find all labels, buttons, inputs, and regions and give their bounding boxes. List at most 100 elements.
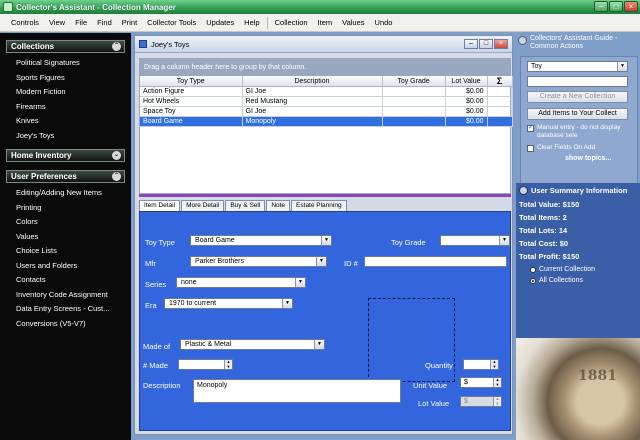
sidebar-item-choice-lists[interactable]: Choice Lists — [6, 244, 125, 259]
menu-view[interactable]: View — [44, 18, 70, 27]
sidebar-item-colors[interactable]: Colors — [6, 215, 125, 230]
child-minimize-button[interactable]: – — [464, 39, 478, 49]
menu-controls[interactable]: Controls — [6, 18, 44, 27]
home-inventory-group-header[interactable]: Home Inventory ⌄ — [6, 149, 125, 162]
sidebar-item-data-entry-screens[interactable]: Data Entry Screens - Cust... — [6, 302, 125, 317]
table-row-selected[interactable]: Board Game Monopoly $0.00 — [140, 116, 513, 127]
chevron-up-icon[interactable]: ⌃ — [112, 42, 121, 51]
era-select[interactable]: 1970 to current ▼ — [164, 298, 293, 309]
description-textarea[interactable]: Monopoly — [193, 379, 401, 403]
menu-item[interactable]: Item — [313, 18, 338, 27]
clear-fields-checkbox[interactable]: Clear Fields On Add — [527, 144, 635, 152]
chevron-down-icon[interactable]: ▼ — [321, 236, 331, 245]
menu-values[interactable]: Values — [337, 18, 369, 27]
column-header-toy-grade[interactable]: Toy Grade — [382, 76, 446, 87]
menu-find[interactable]: Find — [92, 18, 117, 27]
sidebar-item-firearms[interactable]: Firearms — [6, 100, 125, 115]
tab-estate-planning[interactable]: Estate Planning — [291, 200, 347, 211]
collapse-circle-icon[interactable] — [518, 36, 527, 45]
quantity-stepper[interactable]: ▲ ▼ — [463, 359, 499, 370]
sum-icon[interactable]: Σ — [487, 76, 513, 87]
sidebar-item-knives[interactable]: Knives — [6, 114, 125, 129]
chevron-down-icon[interactable]: ▼ — [499, 236, 509, 245]
sidebar-item-inventory-code[interactable]: Inventory Code Assignment — [6, 288, 125, 303]
table-row[interactable]: Space Toy GI Joe $0.00 — [140, 106, 513, 117]
collection-name-input[interactable] — [527, 76, 628, 87]
tab-buy-sell[interactable]: Buy & Sell — [225, 200, 266, 211]
show-topics-link[interactable]: show topics... — [565, 155, 611, 162]
made-of-select[interactable]: Plastic & Metal ▼ — [180, 339, 325, 350]
child-maximize-button[interactable]: □ — [479, 39, 493, 49]
series-select[interactable]: none ▼ — [176, 277, 306, 288]
document-icon — [139, 40, 147, 48]
sidebar-item-contacts[interactable]: Contacts — [6, 273, 125, 288]
menu-collector-tools[interactable]: Collector Tools — [142, 18, 201, 27]
chevron-down-icon[interactable]: ▼ — [316, 257, 326, 266]
manual-entry-checkbox[interactable]: ✓ Manual entry - do not display database… — [527, 124, 635, 139]
spinner-arrows-icon[interactable]: ▲ ▼ — [493, 377, 501, 387]
user-preferences-group-header[interactable]: User Preferences ⌃ — [6, 170, 125, 183]
total-items: Total Items: 2 — [519, 213, 567, 222]
tab-item-detail[interactable]: Item Detail — [139, 200, 181, 211]
chevron-down-icon[interactable]: ⌄ — [112, 151, 121, 160]
cell-toy-type: Board Game — [140, 116, 243, 127]
sidebar-item-modern-fiction[interactable]: Modern Fiction — [6, 85, 125, 100]
column-header-toy-type[interactable]: Toy Type — [140, 76, 243, 87]
column-header-description[interactable]: Description — [242, 76, 383, 87]
sidebar-item-sports-figures[interactable]: Sports Figures — [6, 71, 125, 86]
spinner-arrows-icon[interactable]: ▲ ▼ — [490, 359, 498, 369]
radio-selected-icon[interactable] — [530, 277, 536, 284]
collections-group-header[interactable]: Collections ⌃ — [6, 40, 125, 53]
items-table: Toy Type Description Toy Grade Lot Value… — [140, 76, 513, 127]
tab-note[interactable]: Note — [266, 200, 291, 211]
chevron-down-icon[interactable]: ▼ — [617, 62, 627, 71]
guide-header[interactable]: Collectors' Assistant Guide - Common Act… — [516, 35, 640, 52]
close-button[interactable]: × — [624, 1, 638, 12]
menu-help[interactable]: Help — [239, 18, 264, 27]
group-by-panel[interactable]: Drag a column header here to group by th… — [140, 59, 510, 76]
menu-undo[interactable]: Undo — [370, 18, 398, 27]
num-made-stepper[interactable]: ▲ ▼ — [178, 359, 233, 370]
create-collection-button[interactable]: Create a New Collection — [527, 91, 628, 103]
summary-header[interactable]: User Summary Information — [519, 186, 627, 195]
maximize-button[interactable]: □ — [609, 1, 623, 12]
radio-current-collection[interactable]: Current Collection — [530, 266, 595, 273]
chevron-up-icon[interactable]: ⌃ — [112, 172, 121, 181]
items-grid: Drag a column header here to group by th… — [139, 58, 513, 194]
spinner-arrows-icon[interactable]: ▲ ▼ — [224, 359, 232, 369]
sidebar-item-values[interactable]: Values — [6, 230, 125, 245]
sidebar-item-joeys-toys[interactable]: Joey's Toys — [6, 129, 125, 144]
minimize-button[interactable]: – — [594, 1, 608, 12]
radio-all-collections[interactable]: All Collections — [530, 277, 583, 284]
pane-splitter[interactable] — [139, 194, 511, 197]
table-row[interactable]: Hot Wheels Red Mustang $0.00 — [140, 96, 513, 107]
add-items-button[interactable]: Add Items to Your Collect — [527, 108, 628, 120]
table-row[interactable]: Action Figure GI Joe $0.00 — [140, 86, 513, 97]
menu-collection[interactable]: Collection — [270, 18, 313, 27]
collapse-circle-icon[interactable] — [519, 186, 528, 195]
tab-more-detail[interactable]: More Detail — [181, 200, 225, 211]
radio-icon[interactable] — [530, 266, 536, 273]
sidebar-item-editing-adding[interactable]: Editing/Adding New Items — [6, 186, 125, 201]
collections-list: Political Signatures Sports Figures Mode… — [6, 53, 125, 149]
menu-file[interactable]: File — [70, 18, 92, 27]
chevron-down-icon[interactable]: ▼ — [314, 340, 324, 349]
toy-type-select[interactable]: Board Game ▼ — [190, 235, 332, 246]
chevron-down-icon[interactable]: ▼ — [282, 299, 292, 308]
collection-type-select[interactable]: Toy ▼ — [527, 61, 628, 72]
toy-grade-select[interactable]: ▼ — [440, 235, 510, 246]
sidebar-item-printing[interactable]: Printing — [6, 201, 125, 216]
id-field[interactable] — [364, 256, 507, 267]
unit-value-stepper[interactable]: $ ▲ ▼ — [460, 377, 502, 388]
sidebar-item-conversions[interactable]: Conversions (V5-V7) — [6, 317, 125, 332]
column-header-lot-value[interactable]: Lot Value — [445, 76, 488, 87]
mfr-select[interactable]: Parker Brothers ▼ — [190, 256, 327, 267]
checkbox-icon[interactable] — [527, 145, 534, 152]
child-close-button[interactable]: × — [494, 39, 508, 49]
menu-updates[interactable]: Updates — [201, 18, 239, 27]
sidebar-item-users-folders[interactable]: Users and Folders — [6, 259, 125, 274]
chevron-down-icon[interactable]: ▼ — [295, 278, 305, 287]
menu-print[interactable]: Print — [117, 18, 142, 27]
checkbox-checked-icon[interactable]: ✓ — [527, 125, 534, 132]
sidebar-item-political-signatures[interactable]: Political Signatures — [6, 56, 125, 71]
